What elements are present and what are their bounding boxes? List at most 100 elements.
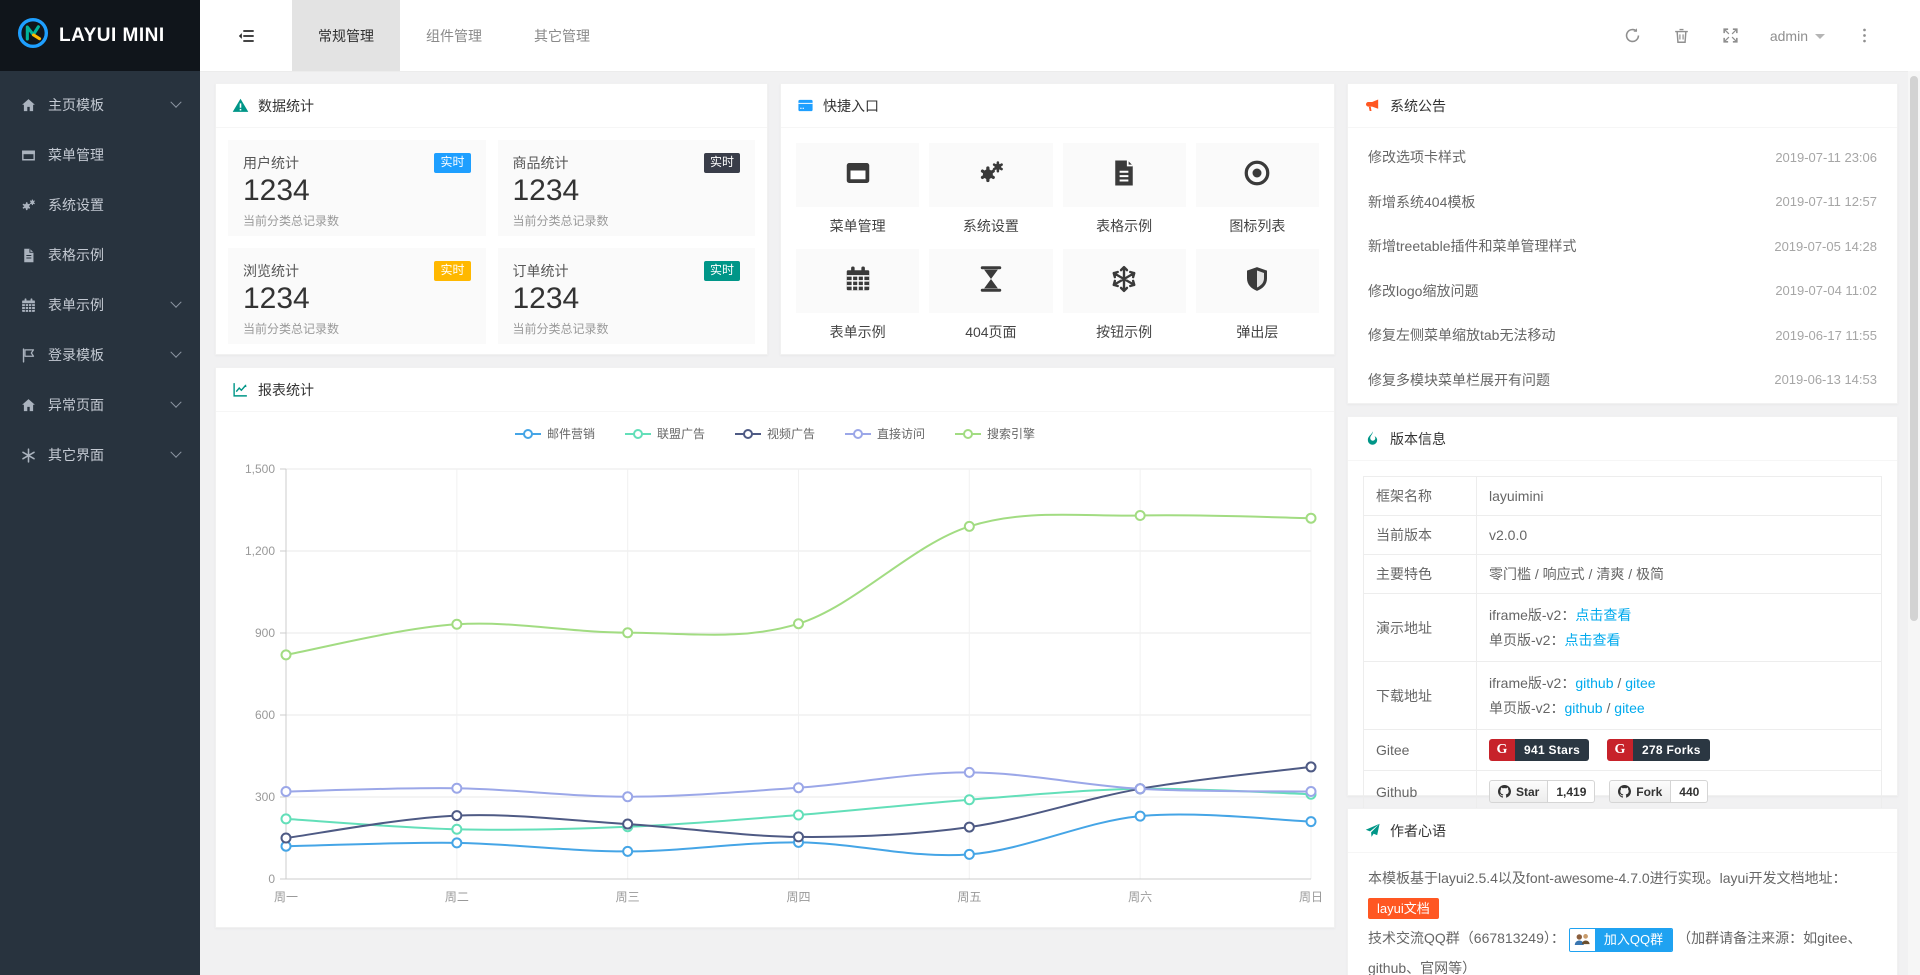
github-fork-badge[interactable]: Fork 440 — [1609, 780, 1708, 803]
quick-entry-popup[interactable]: 弹出层 — [1196, 249, 1319, 342]
gitee-forks-badge[interactable]: G278 Forks — [1607, 739, 1710, 761]
legend-label: 联盟广告 — [657, 425, 705, 442]
report-panel: 报表统计 邮件营销联盟广告视频广告直接访问搜索引擎 03006009001,20… — [215, 367, 1335, 928]
gitee-logo-icon: G — [1489, 739, 1515, 761]
table-row: 当前版本 v2.0.0 — [1364, 516, 1882, 555]
stat-card-orders: 订单统计实时 1234 当前分类总记录数 — [498, 248, 756, 344]
notice-item[interactable]: 新增系统404模板2019-07-11 12:57 — [1348, 180, 1897, 225]
stat-value: 1234 — [513, 282, 741, 317]
panel-title: 系统公告 — [1390, 96, 1446, 116]
logo[interactable]: LAYUI MINI — [0, 0, 200, 71]
sidebar-item-label: 异常页面 — [48, 395, 104, 415]
demo-spa-link[interactable]: 点击查看 — [1564, 632, 1620, 648]
stat-desc: 当前分类总记录数 — [513, 212, 741, 229]
table-row: 主要特色 零门槛 / 响应式 / 清爽 / 极简 — [1364, 555, 1882, 594]
legend-item[interactable]: 直接访问 — [845, 425, 925, 442]
caret-down-icon — [1815, 34, 1825, 39]
chevron-down-icon — [170, 297, 181, 308]
sidebar-item-login-template[interactable]: 登录模板 — [0, 330, 200, 380]
layuimini-dashboard: LAYUI MINI 主页模板 菜单管理 系统设置 表格示例 表单 — [0, 0, 1920, 975]
chevron-down-icon — [170, 97, 181, 108]
tab-component-manage[interactable]: 组件管理 — [400, 0, 508, 71]
quick-entry-404[interactable]: 404页面 — [929, 249, 1052, 342]
user-menu[interactable]: admin — [1770, 28, 1825, 44]
download-github-link[interactable]: github — [1575, 675, 1613, 691]
legend-label: 视频广告 — [767, 425, 815, 442]
quick-entry-icons[interactable]: 图标列表 — [1196, 143, 1319, 236]
layui-doc-badge[interactable]: layui文档 — [1368, 898, 1439, 919]
stat-desc: 当前分类总记录数 — [243, 320, 471, 337]
row-label: Github — [1364, 771, 1477, 813]
legend-item[interactable]: 视频广告 — [735, 425, 815, 442]
sidebar-item-label: 表格示例 — [48, 245, 104, 265]
quick-entry-buttons[interactable]: 按钮示例 — [1063, 249, 1186, 342]
quick-entry-menu[interactable]: 菜单管理 — [796, 143, 919, 236]
svg-text:900: 900 — [255, 626, 275, 640]
legend-item[interactable]: 邮件营销 — [515, 425, 595, 442]
sidebar-item-error-pages[interactable]: 异常页面 — [0, 380, 200, 430]
sidebar-item-label: 菜单管理 — [48, 145, 104, 165]
sidebar-item-menu-manage[interactable]: 菜单管理 — [0, 130, 200, 180]
legend-item[interactable]: 联盟广告 — [625, 425, 705, 442]
trash-icon[interactable] — [1672, 26, 1691, 45]
window-icon — [20, 147, 37, 164]
notice-item[interactable]: 修改选项卡样式2019-07-11 23:06 — [1348, 135, 1897, 180]
stat-title: 浏览统计 — [243, 261, 299, 281]
gitee-stars-badge[interactable]: G941 Stars — [1489, 739, 1589, 761]
sidebar-item-table-demo[interactable]: 表格示例 — [0, 230, 200, 280]
table-row: 演示地址 iframe版-v2：点击查看 单页版-v2：点击查看 — [1364, 594, 1882, 662]
shield-icon — [1242, 264, 1272, 299]
sidebar-toggle-button[interactable] — [200, 0, 292, 71]
sidebar-item-other-ui[interactable]: 其它界面 — [0, 430, 200, 480]
sidebar-item-system-settings[interactable]: 系统设置 — [0, 180, 200, 230]
notice-list: 修改选项卡样式2019-07-11 23:06 新增系统404模板2019-07… — [1348, 128, 1897, 402]
svg-text:周日: 周日 — [1299, 890, 1323, 904]
paper-plane-icon — [1364, 822, 1381, 839]
status-badge: 实时 — [434, 153, 470, 173]
legend-item[interactable]: 搜索引擎 — [955, 425, 1035, 442]
demo-iframe-link[interactable]: 点击查看 — [1575, 607, 1631, 623]
status-badge: 实时 — [704, 261, 740, 281]
legend-marker-icon — [515, 433, 541, 435]
dot-circle-icon — [1242, 158, 1272, 193]
quick-entry-table[interactable]: 表格示例 — [1063, 143, 1186, 236]
row-value: v2.0.0 — [1477, 516, 1882, 555]
scrollbar-thumb[interactable] — [1910, 76, 1918, 621]
quick-entry-form[interactable]: 表单示例 — [796, 249, 919, 342]
join-qq-group-badge[interactable]: 加入QQ群 — [1569, 928, 1673, 952]
quick-entry-label: 404页面 — [929, 322, 1052, 342]
file-text-icon — [1109, 158, 1139, 193]
megaphone-icon — [1364, 97, 1381, 114]
stat-value: 1234 — [243, 174, 471, 209]
refresh-icon[interactable] — [1623, 26, 1642, 45]
download-gitee-link[interactable]: gitee — [1614, 700, 1644, 716]
file-icon — [20, 247, 37, 264]
notice-item[interactable]: 修改logo缩放问题2019-07-04 11:02 — [1348, 269, 1897, 314]
tab-other-manage[interactable]: 其它管理 — [508, 0, 616, 71]
notice-item[interactable]: 修复多模块菜单栏展开有问题2019-06-13 14:53 — [1348, 358, 1897, 403]
notice-item[interactable]: 新增treetable插件和菜单管理样式2019-07-05 14:28 — [1348, 224, 1897, 269]
tab-general-manage[interactable]: 常规管理 — [292, 0, 400, 71]
download-github-link[interactable]: github — [1564, 700, 1602, 716]
vertical-scrollbar[interactable] — [1908, 71, 1920, 975]
sidebar-item-form-demo[interactable]: 表单示例 — [0, 280, 200, 330]
stat-card-goods: 商品统计实时 1234 当前分类总记录数 — [498, 140, 756, 236]
github-star-badge[interactable]: Star 1,419 — [1489, 780, 1595, 803]
more-menu-icon[interactable] — [1855, 26, 1874, 45]
fullscreen-icon[interactable] — [1721, 26, 1740, 45]
sidebar-item-home-template[interactable]: 主页模板 — [0, 80, 200, 130]
sidebar-item-label: 表单示例 — [48, 295, 104, 315]
notice-panel: 系统公告 修改选项卡样式2019-07-11 23:06 新增系统404模板20… — [1347, 83, 1898, 404]
line-chart: 03006009001,2001,500周一周二周三周四周五周六周日 — [216, 445, 1336, 923]
stat-value: 1234 — [243, 282, 471, 317]
chevron-down-icon — [170, 397, 181, 408]
version-panel-header: 版本信息 — [1348, 417, 1897, 461]
chart-line-icon — [232, 381, 249, 398]
quick-entry-settings[interactable]: 系统设置 — [929, 143, 1052, 236]
download-gitee-link[interactable]: gitee — [1625, 675, 1655, 691]
notice-item[interactable]: 修复左侧菜单缩放tab无法移动2019-06-17 11:55 — [1348, 313, 1897, 358]
legend-label: 搜索引擎 — [987, 425, 1035, 442]
quick-entry-panel: 快捷入口 菜单管理 系统设置 表格示例 图标列表 表单示例 — [780, 83, 1335, 355]
svg-text:周二: 周二 — [445, 890, 469, 904]
panel-title: 数据统计 — [258, 96, 314, 116]
